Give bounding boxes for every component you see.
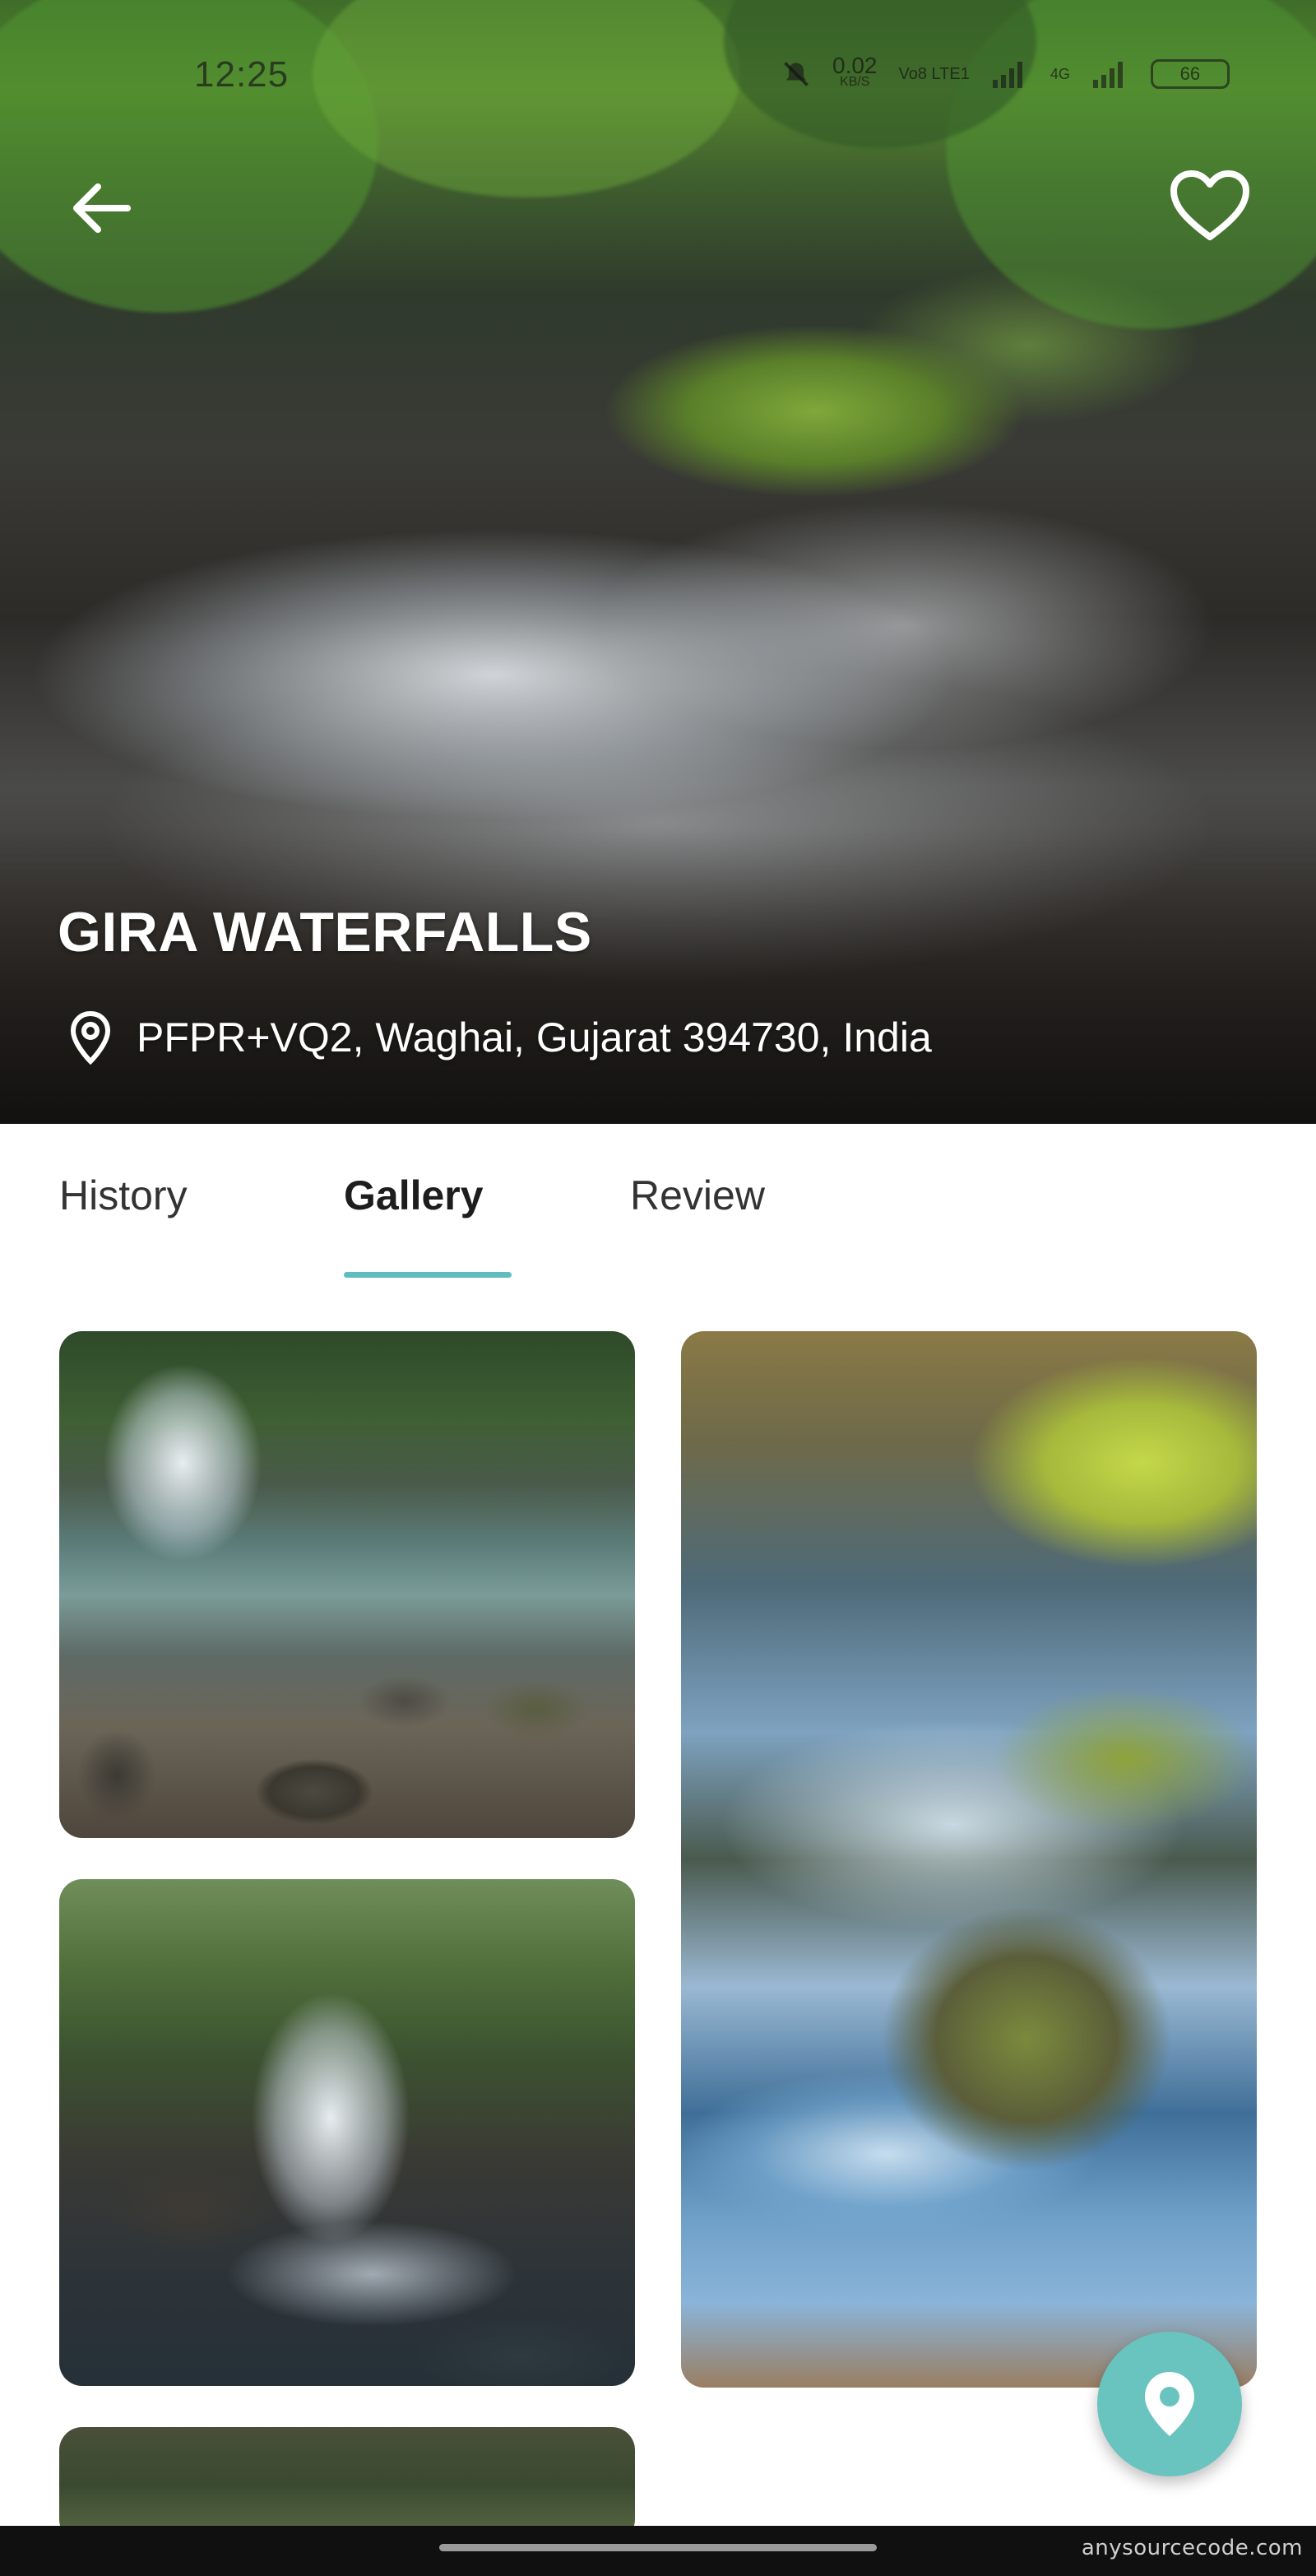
arrow-left-icon (73, 183, 131, 233)
system-nav-bar: anysourcecode.com (0, 2526, 1316, 2576)
signal-icon (992, 62, 1022, 88)
hero-image: 12:25 0.02 KB/S Vo8 LTE1 4G 66 GIRA WATE… (0, 0, 1316, 1124)
battery-icon: 66 (1150, 59, 1230, 89)
gallery-image[interactable] (59, 1331, 635, 1838)
address-text: PFPR+VQ2, Waghai, Gujarat 394730, India (137, 1014, 932, 1061)
gallery-image[interactable] (59, 1879, 635, 2386)
heart-outline-icon (1170, 170, 1249, 240)
signal-icon (1092, 62, 1123, 88)
network-speed: 0.02 KB/S (832, 53, 878, 90)
status-bar: 12:25 0.02 KB/S Vo8 LTE1 4G 66 (0, 49, 1316, 107)
tab-gallery[interactable]: Gallery (344, 1172, 484, 1219)
map-fab-button[interactable] (1097, 2332, 1242, 2476)
place-title: GIRA WATERFALLS (58, 901, 592, 963)
tab-history[interactable]: History (59, 1172, 188, 1219)
battery-level: 66 (1179, 63, 1201, 84)
map-pin-icon (70, 1010, 111, 1065)
gallery-image[interactable] (681, 1331, 1257, 2388)
map-pin-icon (1145, 2372, 1194, 2436)
watermark: anysourcecode.com (1081, 2536, 1303, 2560)
gallery-image[interactable] (59, 2427, 635, 2542)
signal-label: 4G (1050, 65, 1070, 82)
hero-gradient-overlay (0, 828, 1316, 1124)
back-button[interactable] (67, 174, 135, 242)
home-indicator[interactable] (439, 2544, 877, 2551)
status-icons: 0.02 KB/S Vo8 LTE1 4G 66 (781, 53, 1230, 91)
active-tab-indicator (344, 1272, 512, 1278)
network-type: Vo8 LTE1 (898, 64, 970, 83)
tab-bar: History Gallery Review (0, 1124, 1316, 1280)
status-time: 12:25 (194, 54, 290, 95)
tab-review[interactable]: Review (630, 1172, 765, 1219)
mute-icon (784, 62, 809, 86)
favorite-button[interactable] (1166, 165, 1253, 247)
place-address: PFPR+VQ2, Waghai, Gujarat 394730, India (69, 1010, 932, 1065)
